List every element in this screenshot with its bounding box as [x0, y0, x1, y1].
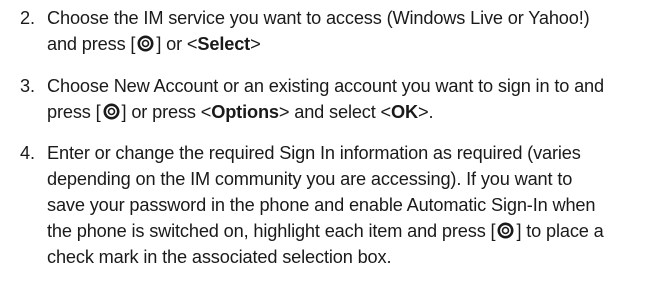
text-run: check mark in the associated selection b…: [47, 247, 392, 267]
text-line: depending on the IM community you are ac…: [47, 166, 647, 192]
softkey-label: OK: [391, 102, 419, 122]
text-run: depending on the IM community you are ac…: [47, 169, 573, 189]
text-run: Choose New Account or an existing accoun…: [47, 76, 604, 96]
step-number: 2.: [20, 8, 35, 28]
text-run: and press [: [47, 34, 136, 54]
text-run: >: [250, 34, 261, 54]
step-text: Choose New Account or an existing accoun…: [47, 73, 647, 125]
text-run: ] to place a: [516, 221, 604, 241]
text-line: Enter or change the required Sign In inf…: [47, 140, 647, 166]
softkey-label: Select: [197, 34, 251, 54]
text-line: press [ ] or press <Options> and select <…: [47, 99, 647, 125]
nav-key-icon: [497, 222, 514, 239]
text-line: Choose the IM service you want to access…: [47, 5, 647, 31]
step-text: Enter or change the required Sign In inf…: [47, 140, 647, 270]
step-number: 4.: [20, 143, 35, 163]
text-line: Choose New Account or an existing accoun…: [47, 73, 647, 99]
text-run: the phone is switched on, highlight each…: [47, 221, 496, 241]
text-run: ] or <: [156, 34, 198, 54]
nav-key-icon: [103, 103, 120, 120]
text-run: >.: [418, 102, 434, 122]
step-text: Choose the IM service you want to access…: [47, 5, 647, 57]
softkey-label: Options: [211, 102, 279, 122]
nav-key-icon: [137, 35, 154, 52]
text-run: ] or press <: [121, 102, 212, 122]
text-run: Enter or change the required Sign In inf…: [47, 143, 581, 163]
text-line: the phone is switched on, highlight each…: [47, 218, 647, 244]
text-run: > and select <: [278, 102, 392, 122]
text-line: save your password in the phone and enab…: [47, 192, 647, 218]
text-line: check mark in the associated selection b…: [47, 244, 647, 270]
text-run: save your password in the phone and enab…: [47, 195, 596, 215]
text-run: press [: [47, 102, 101, 122]
text-line: and press [ ] or <Select>: [47, 31, 647, 57]
text-run: Choose the IM service you want to access…: [47, 8, 590, 28]
step-number: 3.: [20, 76, 35, 96]
